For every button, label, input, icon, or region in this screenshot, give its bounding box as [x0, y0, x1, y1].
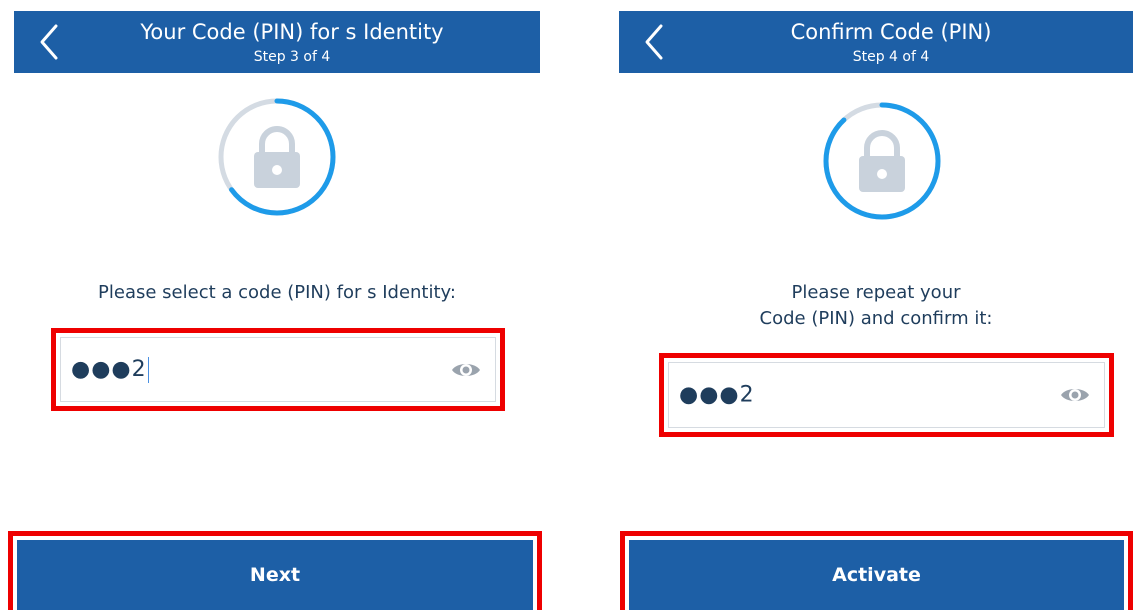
lock-progress-ring	[823, 102, 941, 220]
screen-step-3: Your Code (PIN) for s Identity Step 3 of…	[0, 0, 560, 610]
chevron-left-icon	[40, 24, 58, 60]
header-bar: Your Code (PIN) for s Identity Step 3 of…	[14, 11, 540, 73]
pin-progress-lock	[216, 96, 338, 218]
show-pin-button[interactable]	[1060, 384, 1090, 406]
show-pin-button[interactable]	[451, 359, 481, 381]
pin-input-value: ●●●2	[71, 356, 149, 383]
lock-icon	[859, 130, 905, 192]
step-indicator: Step 4 of 4	[852, 49, 930, 65]
pin-prompt: Please select a code (PIN) for s Identit…	[98, 282, 456, 303]
pin-highlight: ●●●2	[51, 328, 505, 411]
pin-prompt: Please repeat your Code (PIN) and confir…	[759, 282, 993, 329]
eye-icon	[1061, 389, 1089, 401]
pin-input[interactable]: ●●●2	[60, 337, 496, 402]
eye-icon	[452, 363, 480, 376]
next-button[interactable]: Next	[17, 540, 533, 610]
header-bar: Confirm Code (PIN) Step 4 of 4	[619, 11, 1133, 73]
back-button[interactable]	[28, 17, 70, 67]
screen-step-4: Confirm Code (PIN) Step 4 of 4 Please re…	[605, 0, 1133, 610]
pin-highlight: ●●●2	[659, 353, 1114, 437]
text-caret	[147, 356, 149, 383]
page-title: Your Code (PIN) for s Identity	[140, 20, 444, 44]
pin-input-value: ●●●2	[679, 382, 755, 408]
back-button[interactable]	[633, 17, 675, 67]
activate-button-highlight: Activate	[620, 531, 1133, 610]
lock-progress-ring	[218, 98, 336, 216]
step-indicator: Step 3 of 4	[253, 49, 331, 65]
activate-button[interactable]: Activate	[629, 540, 1124, 610]
next-button-highlight: Next	[8, 531, 542, 610]
page-title: Confirm Code (PIN)	[790, 20, 992, 44]
pin-progress-lock	[821, 100, 943, 222]
pin-confirm-input[interactable]: ●●●2	[668, 362, 1105, 428]
lock-icon	[254, 126, 300, 188]
chevron-left-icon	[645, 24, 663, 60]
